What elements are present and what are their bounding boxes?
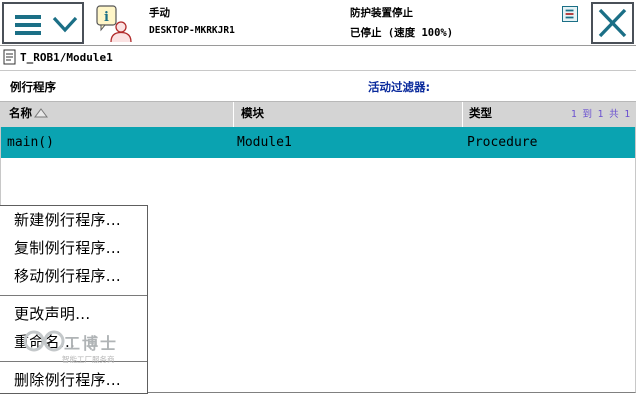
status-bar: i 手动 DESKTOP-MKRKJR1 防护装置停止 已停止 (速度 100%… [0, 0, 636, 46]
menu-separator [0, 361, 147, 362]
svg-text:i: i [104, 10, 109, 25]
menu-item-new-routine[interactable]: 新建例行程序... [14, 209, 121, 230]
routine-type-cell: Procedure [467, 135, 538, 150]
status-indicator-icon[interactable] [562, 6, 578, 22]
routine-name-cell: main() [7, 135, 54, 150]
column-header-module[interactable]: 模块 [234, 102, 463, 128]
breadcrumb: T_ROB1/Module1 [0, 47, 636, 69]
operating-mode: 手动 [149, 7, 170, 19]
column-header-type-label: 类型 [469, 106, 492, 120]
menu-item-move-routine[interactable]: 移动例行程序... [14, 265, 121, 286]
controller-name: DESKTOP-MKRKJR1 [149, 25, 235, 36]
pager-indicator: 1 到 1 共 1 [571, 109, 631, 120]
column-header-module-label: 模块 [241, 106, 264, 120]
menu-separator [0, 295, 147, 296]
column-header-name[interactable]: 名称 [0, 102, 234, 128]
routine-module-cell: Module1 [237, 135, 292, 150]
divider [0, 70, 636, 71]
close-button[interactable] [591, 2, 634, 44]
section-title: 例行程序 [10, 80, 56, 94]
menu-item-change-declaration[interactable]: 更改声明... [14, 303, 90, 324]
menu-item-copy-routine[interactable]: 复制例行程序... [14, 237, 121, 258]
table-header: 名称 模块 类型 [0, 101, 636, 128]
safety-state: 防护装置停止 [350, 7, 413, 19]
table-row[interactable]: main() Module1 Procedure [1, 127, 635, 158]
hamburger-menu-icon [15, 15, 41, 35]
file-context-menu: 新建例行程序... 复制例行程序... 移动例行程序... 更改声明... 重命… [0, 205, 148, 394]
run-state-text: 已停止 [350, 27, 382, 39]
close-icon [598, 8, 627, 38]
chevron-down-icon [52, 16, 78, 33]
main-menu-button[interactable] [2, 2, 84, 44]
breadcrumb-path[interactable]: T_ROB1/Module1 [20, 51, 113, 64]
active-filter-label[interactable]: 活动过滤器: [368, 79, 430, 95]
run-state: 已停止 (速度 100%) [350, 25, 453, 40]
speed-readout: (速度 100%) [387, 27, 454, 39]
program-module-icon [3, 49, 16, 65]
info-person-icon[interactable]: i [95, 5, 133, 43]
menu-item-rename[interactable]: 重命名... [14, 331, 75, 352]
sort-ascending-icon [34, 108, 48, 118]
column-header-name-label: 名称 [9, 106, 32, 120]
menu-item-delete-routine[interactable]: 删除例行程序... [14, 369, 121, 390]
